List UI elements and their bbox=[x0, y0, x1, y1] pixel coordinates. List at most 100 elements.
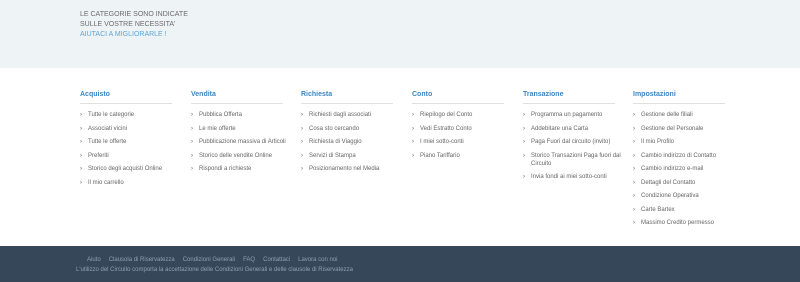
menu-item[interactable]: › Paga Fuori dal circuito (invito) bbox=[523, 138, 625, 146]
menu-column-title[interactable]: Transazione bbox=[523, 91, 615, 104]
menu-item[interactable]: › Pubblicazione massiva di Articoli bbox=[191, 138, 293, 146]
chevron-right-icon: › bbox=[191, 125, 193, 132]
menu-item[interactable]: › Tutte le categorie bbox=[80, 111, 182, 119]
menu-item[interactable]: › Programma un pagamento bbox=[523, 111, 625, 119]
chevron-right-icon: › bbox=[301, 152, 303, 159]
menu-item[interactable]: › Storico Transazioni Paga fuori dal Circ… bbox=[523, 152, 625, 168]
menu-item[interactable]: › Cosa sto cercando bbox=[301, 125, 403, 133]
chevron-right-icon: › bbox=[523, 112, 525, 118]
footer: Aiuto Clausola di Riservatezza Condizioni … bbox=[0, 246, 800, 282]
menu-item[interactable]: › Massimo Credito permesso bbox=[633, 219, 735, 227]
menu-item[interactable]: › Pubblica Offerta bbox=[191, 111, 293, 119]
chevron-right-icon: › bbox=[523, 125, 525, 132]
menu-item-label: Le mie offerte bbox=[199, 125, 236, 132]
menu-item[interactable]: › Preferiti bbox=[80, 152, 182, 160]
menu-item-label: Tutte le offerte bbox=[88, 139, 127, 145]
footer-link[interactable]: Lavora con noi bbox=[298, 257, 337, 263]
menu-item[interactable]: › Storico delle vendite Online bbox=[191, 152, 293, 160]
chevron-right-icon: › bbox=[301, 139, 303, 145]
menu-item[interactable]: › Servizi di Stampa bbox=[301, 152, 403, 160]
menu-item-label: Storico Transazioni Paga fuori dal Circu… bbox=[531, 152, 621, 167]
menu-column-title[interactable]: Acquisto bbox=[80, 91, 172, 104]
footer-disclaimer: L'utilizzo del Circuito comporta la acce… bbox=[76, 267, 353, 273]
chevron-right-icon: › bbox=[523, 152, 525, 159]
footer-link[interactable]: FAQ bbox=[243, 257, 255, 263]
chevron-right-icon: › bbox=[80, 112, 82, 118]
menu-item[interactable]: › Carte Bartex bbox=[633, 206, 735, 214]
chevron-right-icon: › bbox=[633, 112, 635, 118]
menu-item-label: Richiesti dagli associati bbox=[309, 112, 372, 118]
chevron-right-icon: › bbox=[80, 152, 82, 159]
improve-categories-link[interactable]: AIUTACI A MIGLIORARLE ! bbox=[80, 31, 167, 38]
menu-column-vendita: Vendita › Pubblica Offerta › Le mie offerte ›… bbox=[191, 91, 301, 179]
menu-item[interactable]: › Invia fondi ai miei sotto-conti bbox=[523, 173, 625, 181]
chevron-right-icon: › bbox=[191, 139, 193, 145]
chevron-right-icon: › bbox=[523, 174, 525, 180]
menu-item[interactable]: › Gestione delle filiali bbox=[633, 111, 735, 119]
footer-link[interactable]: Contattaci bbox=[263, 257, 290, 263]
chevron-right-icon: › bbox=[191, 166, 193, 172]
menu-item[interactable]: › Vedi Estratto Conto bbox=[412, 125, 514, 133]
menu-item[interactable]: › Posizionamento nel Media bbox=[301, 165, 403, 173]
menu-item[interactable]: › Il mio carrello bbox=[80, 179, 182, 187]
menu-item-label: Cambio indirizzo e-mail bbox=[641, 166, 704, 172]
chevron-right-icon: › bbox=[633, 152, 635, 159]
chevron-right-icon: › bbox=[633, 220, 635, 226]
site-menu: Acquisto › Tutte le categorie › Associati vi… bbox=[0, 91, 800, 241]
menu-column-title[interactable]: Vendita bbox=[191, 91, 283, 104]
menu-item[interactable]: › Rispondi a richieste bbox=[191, 165, 293, 173]
menu-item-label: Carte Bartex bbox=[641, 206, 675, 213]
menu-item[interactable]: › Cambio indirizzo e-mail bbox=[633, 165, 735, 173]
menu-item-label: Piano Tariffario bbox=[420, 152, 460, 159]
menu-item-label: Invia fondi ai miei sotto-conti bbox=[531, 174, 607, 180]
chevron-right-icon: › bbox=[412, 125, 414, 132]
chevron-right-icon: › bbox=[191, 112, 193, 118]
chevron-right-icon: › bbox=[80, 125, 82, 132]
menu-item[interactable]: › Associati vicini bbox=[80, 125, 182, 133]
chevron-right-icon: › bbox=[633, 139, 635, 145]
menu-item[interactable]: › Condizione Operativa bbox=[633, 192, 735, 200]
menu-item-label: Riepilogo del Conto bbox=[420, 112, 473, 118]
menu-column-acquisto: Acquisto › Tutte le categorie › Associati vi… bbox=[80, 91, 190, 192]
menu-item-label: Storico delle vendite Online bbox=[199, 152, 273, 159]
chevron-right-icon: › bbox=[633, 206, 635, 213]
menu-item-label: Paga Fuori dal circuito (invito) bbox=[531, 139, 611, 145]
chevron-right-icon: › bbox=[633, 193, 635, 199]
menu-item[interactable]: › Storico degli acquisti Online bbox=[80, 165, 182, 173]
menu-item[interactable]: › Gestione del Personale bbox=[633, 125, 735, 133]
menu-item[interactable]: › Riepilogo del Conto bbox=[412, 111, 514, 119]
menu-item[interactable]: › Richiesta di Viaggio bbox=[301, 138, 403, 146]
footer-link[interactable]: Clausola di Riservatezza bbox=[109, 257, 175, 263]
footer-link[interactable]: Aiuto bbox=[87, 257, 101, 263]
chevron-right-icon: › bbox=[412, 112, 414, 118]
chevron-right-icon: › bbox=[633, 166, 635, 172]
chevron-right-icon: › bbox=[191, 152, 193, 159]
menu-column-title[interactable]: Richiesta bbox=[301, 91, 393, 104]
chevron-right-icon: › bbox=[523, 139, 525, 145]
menu-item[interactable]: › Addebitare una Carta bbox=[523, 125, 625, 133]
footer-link[interactable]: Condizioni Generali bbox=[183, 257, 235, 263]
notice-text: LE CATEGORIE SONO INDICATE SULLE VOSTRE … bbox=[80, 11, 188, 28]
menu-item-label: Il mio Profilo bbox=[641, 139, 675, 145]
menu-column-title[interactable]: Conto bbox=[412, 91, 504, 104]
menu-column-title[interactable]: Impostazioni bbox=[633, 91, 725, 104]
menu-item[interactable]: › Tutte le offerte bbox=[80, 138, 182, 146]
menu-item[interactable]: › Le mie offerte bbox=[191, 125, 293, 133]
menu-item-label: Dettagli del Contatto bbox=[641, 179, 696, 186]
menu-item-label: Servizi di Stampa bbox=[309, 152, 356, 159]
menu-item-label: Storico degli acquisti Online bbox=[88, 166, 163, 172]
chevron-right-icon: › bbox=[80, 139, 82, 145]
menu-column-conto: Conto › Riepilogo del Conto › Vedi Estratto … bbox=[412, 91, 522, 165]
menu-item[interactable]: › Cambio indirizzo di Contatto bbox=[633, 152, 735, 160]
menu-item-label: I miei sotto-conti bbox=[420, 139, 464, 145]
menu-item[interactable]: › I miei sotto-conti bbox=[412, 138, 514, 146]
chevron-right-icon: › bbox=[412, 139, 414, 145]
menu-item[interactable]: › Piano Tariffario bbox=[412, 152, 514, 160]
menu-item[interactable]: › Richiesti dagli associati bbox=[301, 111, 403, 119]
menu-item-label: Condizione Operativa bbox=[641, 193, 699, 199]
menu-item-label: Gestione del Personale bbox=[641, 125, 704, 132]
menu-item-label: Posizionamento nel Media bbox=[309, 166, 380, 172]
menu-item[interactable]: › Il mio Profilo bbox=[633, 138, 735, 146]
menu-item-label: Cosa sto cercando bbox=[309, 125, 360, 132]
menu-item[interactable]: › Dettagli del Contatto bbox=[633, 179, 735, 187]
